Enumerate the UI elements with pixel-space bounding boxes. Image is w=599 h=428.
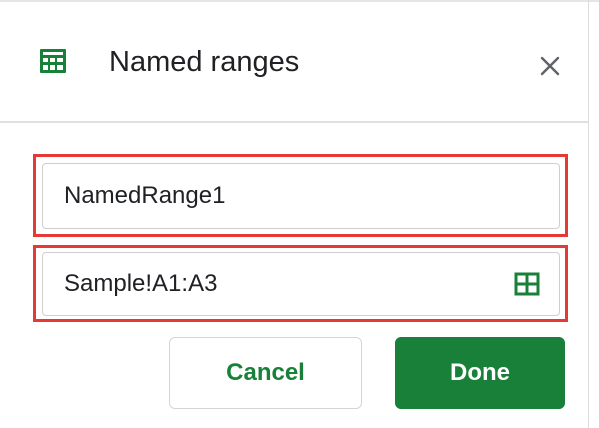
- panel-header: Named ranges: [0, 0, 599, 122]
- close-icon[interactable]: [532, 48, 568, 84]
- panel-title: Named ranges: [109, 46, 300, 78]
- header-divider: [0, 121, 588, 123]
- range-reference-field: [42, 252, 560, 316]
- range-name-field: [42, 163, 560, 229]
- range-reference-input[interactable]: [64, 253, 504, 315]
- sheets-table-icon: [38, 46, 68, 76]
- cancel-button[interactable]: Cancel: [169, 337, 362, 409]
- grid-select-icon[interactable]: [512, 269, 542, 299]
- done-button[interactable]: Done: [395, 337, 565, 409]
- range-name-input[interactable]: [64, 164, 504, 228]
- named-ranges-panel: Named ranges Cancel Done: [0, 0, 599, 428]
